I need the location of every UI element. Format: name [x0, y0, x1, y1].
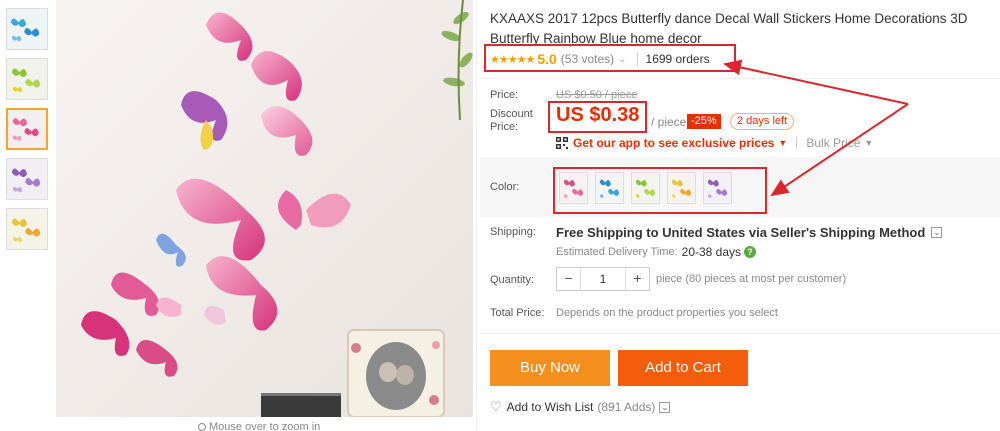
quantity-increase-button[interactable]: + — [625, 268, 649, 290]
thumbnail-3-selected[interactable] — [6, 108, 48, 150]
product-title: KXAAXS 2017 12pcs Butterfly dance Decal … — [490, 11, 968, 46]
shipping-method: Free Shipping to United States via Selle… — [556, 225, 943, 240]
price-label: Price: — [490, 89, 519, 101]
chevron-down-icon[interactable]: ⌄ — [931, 227, 943, 238]
quantity-stepper: − 1 + — [556, 267, 650, 291]
divider — [480, 333, 1000, 334]
discount-price-label-line1: Discount — [490, 108, 533, 120]
panel-divider — [476, 0, 477, 431]
main-product-image[interactable] — [56, 0, 473, 417]
app-promo-link[interactable]: Get our app to see exclusive prices — [573, 136, 774, 150]
heart-plus-icon[interactable]: ♡ — [490, 399, 502, 415]
days-left-badge: 2 days left — [730, 113, 795, 130]
discount-price-label-line2: Price: — [490, 121, 519, 133]
wishlist-count: (891 Adds) — [597, 400, 656, 414]
buy-now-button[interactable]: Buy Now — [490, 350, 610, 386]
discount-badge: -25% — [687, 114, 721, 129]
quantity-input[interactable]: 1 — [581, 268, 625, 290]
thumbnail-list — [6, 8, 50, 258]
arrow-to-rating — [723, 59, 909, 105]
price-unit: / piece — [651, 115, 687, 129]
separator — [796, 137, 798, 149]
zoom-hint: Mouse over to zoom in — [198, 421, 320, 431]
quantity-decrease-button[interactable]: − — [557, 268, 581, 290]
app-promo-row: Get our app to see exclusive prices ▼ Bu… — [556, 136, 873, 150]
add-to-cart-button[interactable]: Add to Cart — [618, 350, 748, 386]
caret-down-icon[interactable]: ▼ — [778, 138, 787, 148]
delivery-label: Estimated Delivery Time: — [556, 246, 678, 258]
quantity-note: piece (80 pieces at most per customer) — [656, 273, 847, 285]
shipping-method-text: Free Shipping to United States via Selle… — [556, 225, 926, 240]
help-icon[interactable]: ? — [744, 246, 757, 258]
annotation-box-rating — [484, 44, 736, 72]
annotation-box-price — [548, 101, 647, 133]
delivery-days: 20-38 days — [681, 245, 742, 259]
magnifier-icon — [198, 423, 206, 431]
quantity-label: Quantity: — [490, 274, 535, 286]
thumbnail-1[interactable] — [6, 8, 48, 50]
bulk-price-link[interactable]: Bulk Price — [806, 136, 860, 150]
total-price-label: Total Price: — [490, 307, 545, 319]
qr-code-icon — [556, 137, 568, 149]
original-price: US $0.50 / piece — [556, 89, 638, 101]
color-label: Color: — [490, 181, 520, 193]
thumbnail-4[interactable] — [6, 158, 48, 200]
delivery-estimate: Estimated Delivery Time: 20-38 days ? — [556, 245, 757, 259]
caret-down-icon[interactable]: ▼ — [864, 138, 873, 148]
thumbnail-5[interactable] — [6, 208, 48, 250]
chevron-down-icon[interactable]: ⌄ — [659, 401, 671, 413]
add-to-wishlist-link[interactable]: Add to Wish List — [507, 400, 594, 414]
zoom-hint-text: Mouse over to zoom in — [209, 421, 321, 431]
total-price-note: Depends on the product properties you se… — [556, 307, 778, 319]
thumbnail-2[interactable] — [6, 58, 48, 100]
annotation-box-colors — [553, 167, 767, 214]
shipping-label: Shipping: — [490, 226, 536, 238]
divider — [480, 78, 1000, 79]
wishlist-row: ♡ Add to Wish List (891 Adds) ⌄ — [490, 399, 671, 415]
